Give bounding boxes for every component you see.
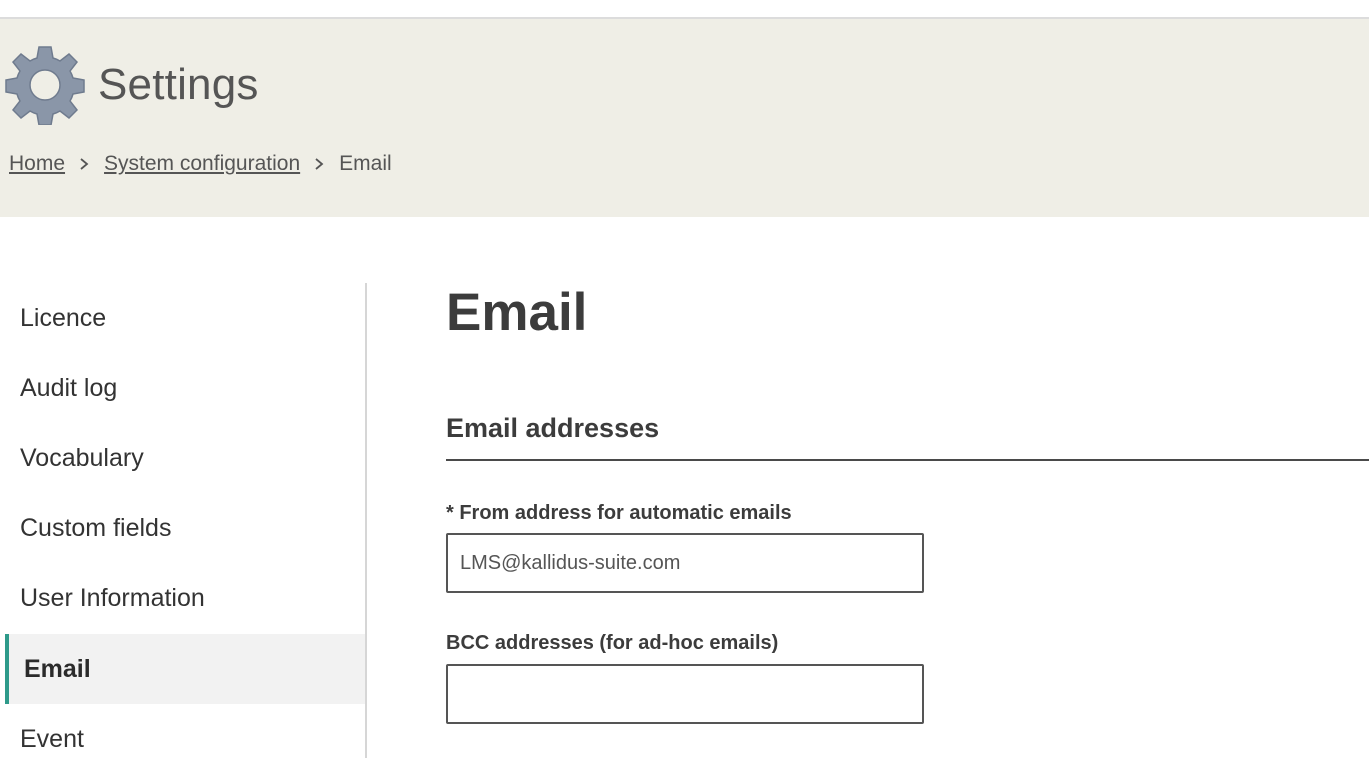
breadcrumb-system-configuration-link[interactable]: System configuration bbox=[104, 152, 300, 176]
bcc-addresses-input[interactable] bbox=[446, 664, 924, 724]
breadcrumb-home-link[interactable]: Home bbox=[9, 152, 65, 176]
settings-header: Settings Home System configuration Email bbox=[0, 19, 1369, 217]
chevron-right-icon bbox=[315, 158, 324, 170]
from-address-label: * From address for automatic emails bbox=[446, 502, 792, 524]
sidebar-item-custom-fields[interactable]: Custom fields bbox=[5, 493, 367, 563]
gear-icon bbox=[5, 46, 85, 125]
from-address-input[interactable] bbox=[446, 533, 924, 593]
header-title-row: Settings bbox=[5, 44, 259, 126]
section-title-email-addresses: Email addresses bbox=[446, 413, 660, 443]
top-bar bbox=[0, 0, 1369, 19]
sidebar-item-vocabulary[interactable]: Vocabulary bbox=[5, 423, 367, 493]
bcc-addresses-label: BCC addresses (for ad-hoc emails) bbox=[446, 632, 779, 654]
page-title: Settings bbox=[98, 60, 259, 109]
sidebar-item-email[interactable]: Email bbox=[5, 634, 365, 704]
sidebar-item-user-information[interactable]: User Information bbox=[5, 563, 367, 633]
sidebar-item-event[interactable]: Event bbox=[5, 704, 367, 774]
sidebar-item-audit-log[interactable]: Audit log bbox=[5, 353, 367, 423]
chevron-right-icon bbox=[80, 158, 89, 170]
breadcrumb: Home System configuration Email bbox=[9, 152, 392, 176]
main-title: Email bbox=[446, 283, 588, 342]
section-divider bbox=[446, 459, 1369, 461]
sidebar-item-licence[interactable]: Licence bbox=[5, 283, 367, 353]
breadcrumb-current: Email bbox=[339, 152, 392, 175]
settings-sidebar: Licence Audit log Vocabulary Custom fiel… bbox=[5, 283, 367, 758]
